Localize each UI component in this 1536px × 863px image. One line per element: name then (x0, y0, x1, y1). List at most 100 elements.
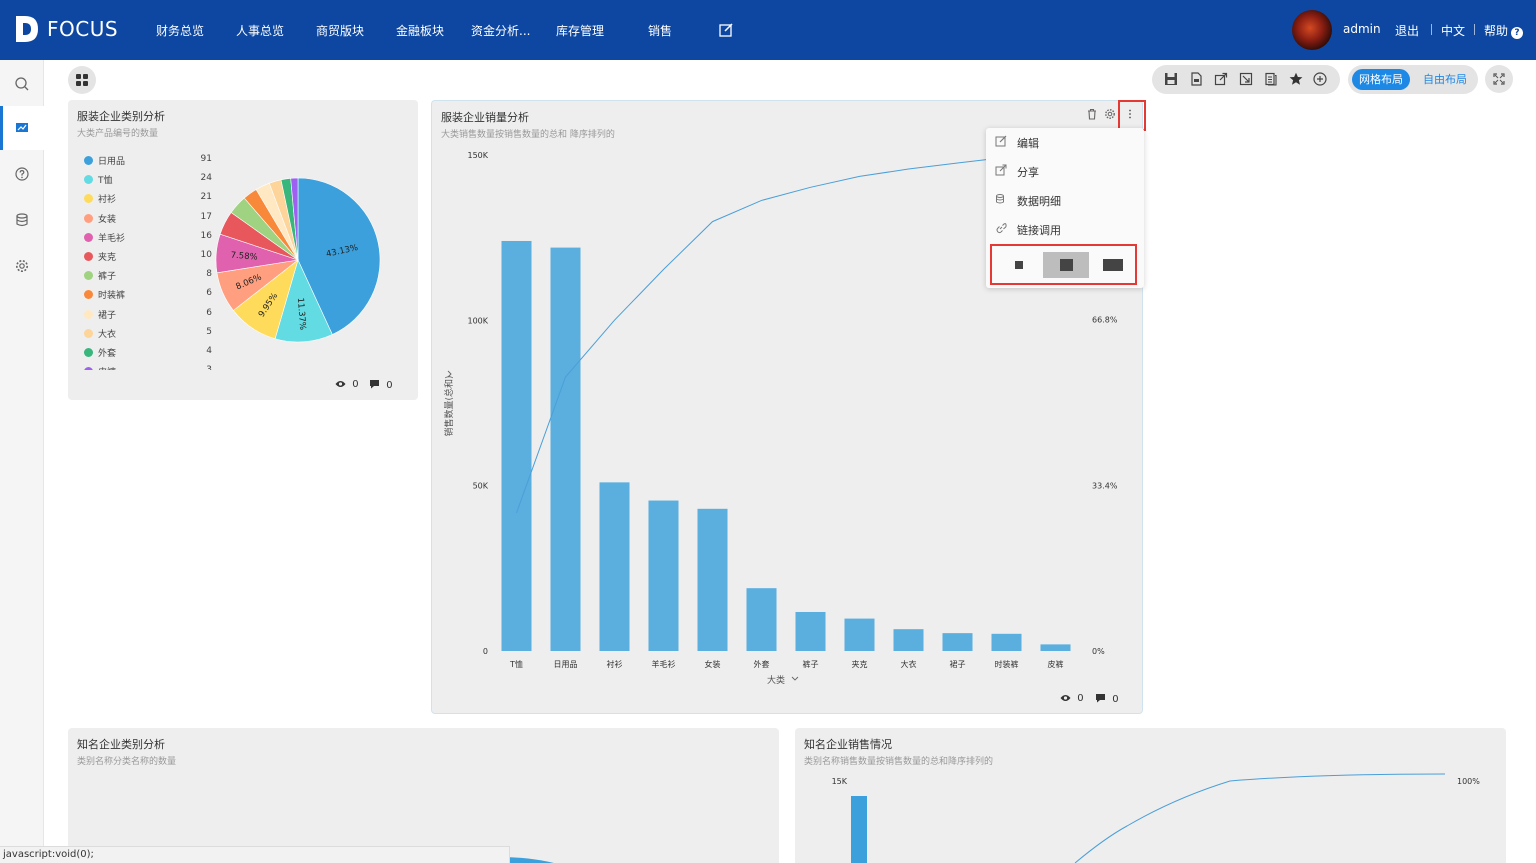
bar-chart-partial[interactable]: 15K 100% (795, 728, 1506, 863)
y-tick-label: 100K (467, 316, 488, 325)
y-axis-label[interactable]: 销售数量(总和) (443, 375, 455, 436)
legend-item[interactable]: 裙子 6 (84, 307, 212, 321)
legend-label: 羊毛衫 (98, 233, 126, 244)
help-link[interactable]: 帮助? (1484, 22, 1524, 39)
sidebar-item-settings[interactable] (0, 244, 44, 288)
divider (1431, 24, 1432, 35)
language-switch[interactable]: 中文 (1441, 22, 1465, 39)
x-axis-label[interactable]: 大类 (767, 674, 785, 686)
chevron-down-icon[interactable] (791, 676, 799, 681)
legend-item[interactable]: T恤 24 (84, 172, 212, 187)
cumulative-line[interactable] (1074, 773, 1446, 863)
bar[interactable] (648, 500, 679, 651)
x-tick-label: 时装裤 (995, 659, 1019, 669)
legend-item[interactable]: 日用品 91 (84, 153, 212, 167)
bar[interactable] (501, 240, 532, 651)
username[interactable]: admin (1343, 22, 1381, 36)
fullscreen-button[interactable] (1485, 65, 1513, 93)
bar[interactable] (795, 611, 826, 651)
legend-item[interactable]: 裤子 8 (84, 268, 212, 282)
legend-item[interactable]: 外套 4 (84, 345, 212, 359)
eye-icon (335, 381, 346, 387)
save-icon[interactable] (1164, 72, 1178, 86)
fullscreen-icon (1493, 73, 1505, 85)
x-tick-label: T恤 (509, 659, 523, 669)
y-tick-label: 150K (467, 151, 488, 160)
bar[interactable] (893, 629, 924, 651)
panel-brand-sales[interactable]: 知名企业销售情况 类别名称销售数量按销售数量的总和降序排列的 15K 100% (795, 728, 1506, 863)
pie-chart[interactable]: 43.13%11.37%9.95%8.06%7.58% (208, 170, 408, 350)
settings-icon[interactable] (1104, 108, 1116, 120)
nav-item-hr[interactable]: 人事总览 (236, 22, 284, 39)
comment-icon (1096, 694, 1105, 703)
nav-item-banking[interactable]: 金融板块 (396, 22, 444, 39)
eye-icon (1060, 695, 1071, 701)
cumulative-line[interactable] (516, 154, 1056, 514)
legend-label: 外套 (98, 349, 117, 359)
delete-icon[interactable] (1086, 108, 1098, 120)
comment-icon (370, 380, 379, 389)
comment-stats: 0 (369, 379, 393, 391)
bar[interactable] (697, 508, 728, 651)
star-icon[interactable] (1289, 72, 1303, 86)
nav-item-capital[interactable]: 资金分析... (471, 22, 530, 39)
edit-icon[interactable] (718, 22, 734, 38)
free-layout-button[interactable]: 自由布局 (1416, 69, 1474, 90)
menu-item-data-detail[interactable]: 数据明细 (986, 186, 1144, 214)
share-icon[interactable] (1214, 72, 1228, 86)
add-icon[interactable] (1313, 72, 1327, 86)
legend-item[interactable]: 衬衫 21 (84, 191, 212, 205)
legend-swatch (84, 328, 93, 338)
legend-label: 时装裤 (98, 291, 126, 302)
menu-item-share[interactable]: 分享 (986, 157, 1144, 185)
logo[interactable]: FOCUS (14, 14, 118, 44)
nav-item-finance[interactable]: 财务总览 (156, 22, 204, 39)
panel-title: 服装企业类别分析 (77, 110, 165, 123)
legend-item[interactable]: 时装裤 6 (84, 287, 212, 302)
grid-layout-button[interactable]: 网格布局 (1352, 69, 1410, 90)
sidebar-item-search[interactable] (0, 62, 44, 106)
view-count: 0 (1077, 693, 1084, 704)
database-icon (996, 194, 1004, 204)
legend-swatch (84, 348, 93, 357)
bar[interactable] (851, 796, 867, 863)
avatar[interactable] (1292, 10, 1332, 50)
legend-item[interactable]: 大衣 5 (84, 326, 212, 340)
legend-item[interactable]: 皮裤 3 (84, 364, 212, 370)
help-label: 帮助 (1484, 24, 1509, 38)
grid-icon (76, 74, 88, 86)
nav-item-sales[interactable]: 销售 (648, 22, 672, 39)
sidebar-item-dashboard[interactable] (0, 106, 44, 150)
bar[interactable] (746, 588, 777, 651)
panel-category-analysis[interactable]: 服装企业类别分析 大类产品编号的数量 日用品 91 T恤 24 衬衫 21 女装 17 羊毛衫 1… (68, 100, 418, 400)
legend-value: 91 (200, 154, 212, 164)
bar[interactable] (1040, 644, 1071, 651)
apps-button[interactable] (68, 66, 96, 94)
menu-item-link[interactable]: 链接调用 (986, 215, 1144, 243)
view-count: 0 (352, 379, 359, 390)
logo-icon (16, 16, 38, 42)
y2-tick-label: 66.8% (1092, 316, 1118, 325)
sidebar-item-help[interactable] (0, 152, 44, 196)
database-icon (16, 213, 28, 227)
nav-item-trade[interactable]: 商贸版块 (316, 22, 364, 39)
dashboard-icon (16, 123, 28, 132)
import-icon[interactable] (1239, 72, 1253, 86)
sidebar-item-data[interactable] (0, 198, 44, 242)
legend-item[interactable]: 女装 17 (84, 211, 212, 225)
panel-brand-category[interactable]: 知名企业类别分析 类别名称分类名称的数量 (68, 728, 779, 863)
nav-item-inventory[interactable]: 库存管理 (556, 22, 604, 39)
bar[interactable] (550, 247, 581, 651)
logout-link[interactable]: 退出 (1395, 22, 1419, 39)
legend-item[interactable]: 羊毛衫 16 (84, 230, 212, 244)
legend-label: T恤 (98, 176, 113, 187)
export-icon[interactable] (1189, 72, 1203, 86)
menu-item-edit[interactable]: 编辑 (986, 128, 1144, 156)
bar[interactable] (991, 633, 1022, 651)
bar[interactable] (942, 633, 973, 651)
legend-item[interactable]: 夹克 10 (84, 249, 212, 263)
edit-icon (995, 135, 1007, 147)
bar[interactable] (844, 618, 875, 651)
copy-icon[interactable] (1264, 72, 1278, 86)
bar[interactable] (599, 482, 630, 651)
